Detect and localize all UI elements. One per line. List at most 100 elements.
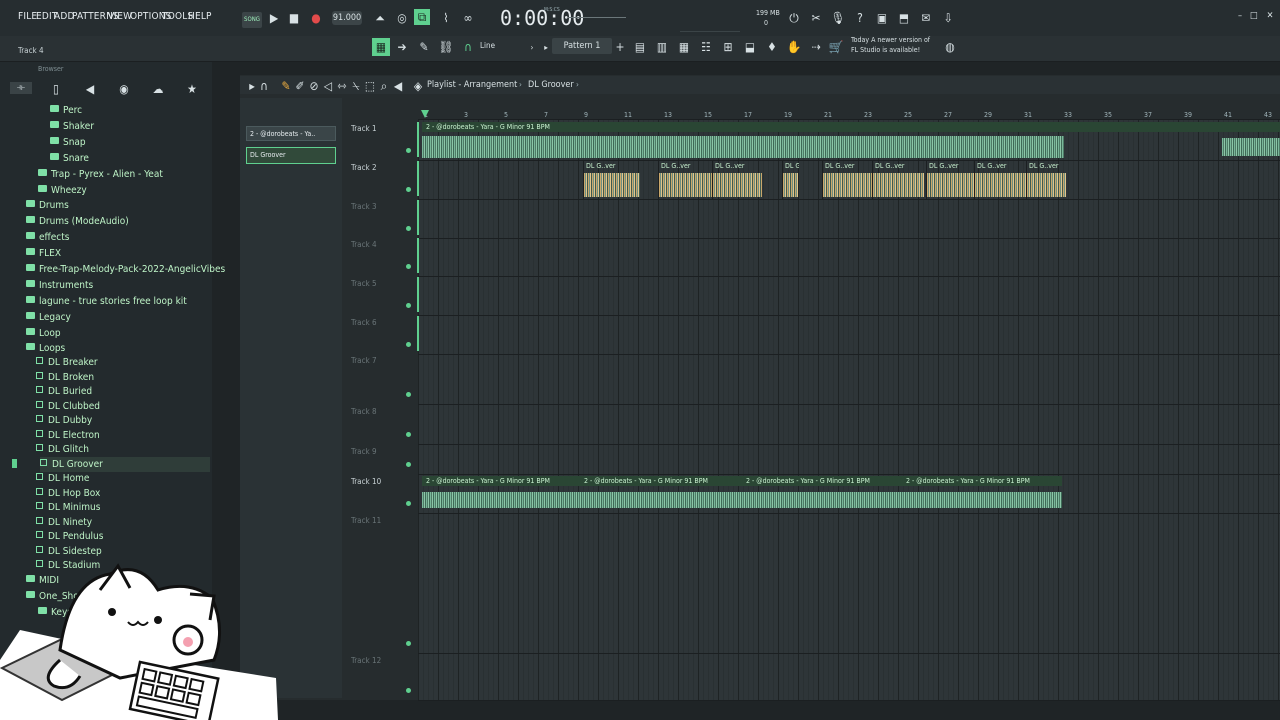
- browser-folder-item[interactable]: lagune - true stories free loop kit: [26, 294, 187, 309]
- track-mute-led[interactable]: [406, 148, 411, 153]
- channel-rack-icon[interactable]: ▦: [676, 39, 692, 55]
- play-button[interactable]: ▶: [266, 10, 282, 26]
- browser-file-item[interactable]: DL Buried: [36, 384, 92, 399]
- menu-item-file[interactable]: FILE: [18, 11, 37, 22]
- clip-track2-6[interactable]: DL G..ver: [872, 161, 924, 199]
- arrow-icon[interactable]: ➔: [394, 39, 410, 55]
- help-icon[interactable]: ?: [852, 10, 868, 26]
- close-icon[interactable]: ✕: [1262, 8, 1278, 24]
- plugin-icon[interactable]: ⬒: [896, 10, 912, 26]
- browser-file-item[interactable]: DL Home: [36, 471, 89, 486]
- clip-track2-8[interactable]: DL G..ver: [974, 161, 1026, 199]
- picker-item-pattern[interactable]: DL Groover: [246, 147, 336, 164]
- mixer-icon[interactable]: ✂: [808, 10, 824, 26]
- track-header-10[interactable]: Track 10: [351, 477, 381, 486]
- master-pitch-slider[interactable]: [680, 10, 740, 32]
- song-mode-toggle[interactable]: SONG: [242, 12, 262, 28]
- master-volume-slider[interactable]: [568, 17, 626, 18]
- tempo-display[interactable]: 91.000: [332, 11, 362, 25]
- clip-track2-9[interactable]: DL G..ver: [1026, 161, 1066, 199]
- track-header-6[interactable]: Track 6: [351, 318, 377, 327]
- track-header-8[interactable]: Track 8: [351, 407, 377, 416]
- plugin-picker-icon[interactable]: ♦: [764, 39, 780, 55]
- track-mute-led[interactable]: [406, 187, 411, 192]
- browser-file-item[interactable]: DL Electron: [36, 428, 100, 443]
- plugin-database-icon[interactable]: ⬓: [742, 39, 758, 55]
- browser-folder-item[interactable]: Trap - Pyrex - Alien - Yeat: [38, 167, 163, 182]
- track-header-1[interactable]: Track 1: [351, 124, 377, 133]
- playlist-magnet-icon[interactable]: ∩: [256, 78, 272, 94]
- browser-file-item[interactable]: DL Clubbed: [36, 399, 100, 414]
- track-header-5[interactable]: Track 5: [351, 279, 377, 288]
- track-mute-led[interactable]: [406, 688, 411, 693]
- pattern-select[interactable]: Pattern 1: [552, 38, 612, 54]
- song-position-marker[interactable]: [421, 110, 429, 118]
- menu-item-help[interactable]: HELP: [188, 11, 212, 22]
- magnet-icon[interactable]: ∩: [460, 39, 476, 55]
- clip-track10-waveform[interactable]: [422, 492, 1062, 508]
- mic-icon[interactable]: 🎙: [830, 10, 846, 26]
- browser-view-icon[interactable]: ⊞: [720, 39, 736, 55]
- clip-track2-1[interactable]: DL G..ver: [583, 161, 640, 199]
- browser-folder-item[interactable]: Drums (ModeAudio): [26, 214, 129, 229]
- track-mute-led[interactable]: [406, 392, 411, 397]
- playlist-breadcrumb-2[interactable]: DL Groover: [528, 80, 574, 90]
- browser-folder-item[interactable]: Drums: [26, 198, 69, 213]
- browser-folder-item[interactable]: Legacy: [26, 310, 71, 325]
- clip-track2-4[interactable]: DL G..ver: [782, 161, 799, 199]
- browser-tab-all-icon[interactable]: ⟛: [10, 82, 32, 94]
- browser-tab-plugin-icon[interactable]: ◉: [116, 81, 132, 97]
- clip-track2-7[interactable]: DL G..ver: [926, 161, 978, 199]
- clip-track2-5[interactable]: DL G..ver: [822, 161, 872, 199]
- browser-tab-speaker-icon[interactable]: ◀: [82, 81, 98, 97]
- track-mute-led[interactable]: [406, 641, 411, 646]
- track-header-2[interactable]: Track 2: [351, 163, 377, 172]
- marketplace-icon[interactable]: ⇢: [808, 39, 824, 55]
- track-mute-led[interactable]: [406, 264, 411, 269]
- playback-tool-icon[interactable]: ◀: [390, 78, 406, 94]
- browser-file-item[interactable]: DL Ninety: [36, 515, 92, 530]
- track-mute-led[interactable]: [406, 303, 411, 308]
- browser-file-item[interactable]: DL Glitch: [36, 442, 89, 457]
- playlist-view-icon[interactable]: ▦: [372, 38, 390, 56]
- track-header-4[interactable]: Track 4: [351, 240, 377, 249]
- cart-icon[interactable]: 🛒: [828, 39, 844, 55]
- browser-file-item[interactable]: DL Minimus: [36, 500, 100, 515]
- browser-tab-star-icon[interactable]: ★: [184, 81, 200, 97]
- add-pattern-icon[interactable]: +: [612, 39, 628, 55]
- browser-folder-item[interactable]: Shaker: [50, 119, 94, 134]
- clip-track2-3[interactable]: DL G..ver: [712, 161, 762, 199]
- menu-item-view[interactable]: VIEW: [108, 11, 132, 22]
- browser-folder-item[interactable]: FLEX: [26, 246, 61, 261]
- mixer-view-icon[interactable]: ☷: [698, 39, 714, 55]
- maximize-icon[interactable]: □: [1246, 8, 1262, 24]
- track-mute-led[interactable]: [406, 226, 411, 231]
- loop-record-icon[interactable]: ∞: [460, 10, 476, 26]
- browser-file-item[interactable]: DL Dubby: [36, 413, 92, 428]
- browser-folder-item[interactable]: Loops: [26, 341, 65, 356]
- browser-file-item[interactable]: DL Hop Box: [36, 486, 100, 501]
- download-icon[interactable]: ⇩: [940, 10, 956, 26]
- browser-tab-files-icon[interactable]: ▯: [48, 81, 64, 97]
- track-mute-led[interactable]: [406, 432, 411, 437]
- track-header-7[interactable]: Track 7: [351, 356, 377, 365]
- browser-folder-item[interactable]: Wheezy: [38, 183, 87, 198]
- track-mute-led[interactable]: [406, 462, 411, 467]
- brush-icon[interactable]: ✎: [416, 39, 432, 55]
- chain-icon[interactable]: ⛓: [438, 39, 454, 55]
- clip-track1-waveform-end[interactable]: [1222, 138, 1280, 156]
- track-header-12[interactable]: Track 12: [351, 656, 381, 665]
- globe-icon[interactable]: ◍: [942, 39, 958, 55]
- track-header-11[interactable]: Track 11: [351, 516, 381, 525]
- browser-folder-item[interactable]: Perc: [50, 103, 82, 118]
- browser-folder-item[interactable]: effects: [26, 230, 69, 245]
- browser-file-item[interactable]: DL Pendulus: [36, 529, 103, 544]
- blend-icon[interactable]: ⌇: [438, 10, 454, 26]
- browser-file-item[interactable]: DL Sidestep: [36, 544, 102, 559]
- metronome-icon[interactable]: ⏶: [372, 10, 388, 26]
- wait-icon[interactable]: ◎: [394, 10, 410, 26]
- browser-folder-item[interactable]: Loop: [26, 326, 61, 341]
- playlist-breadcrumb-1[interactable]: Playlist - Arrangement: [427, 80, 517, 90]
- browser-file-item[interactable]: DL Broken: [36, 370, 94, 385]
- save-icon[interactable]: ▣: [874, 10, 890, 26]
